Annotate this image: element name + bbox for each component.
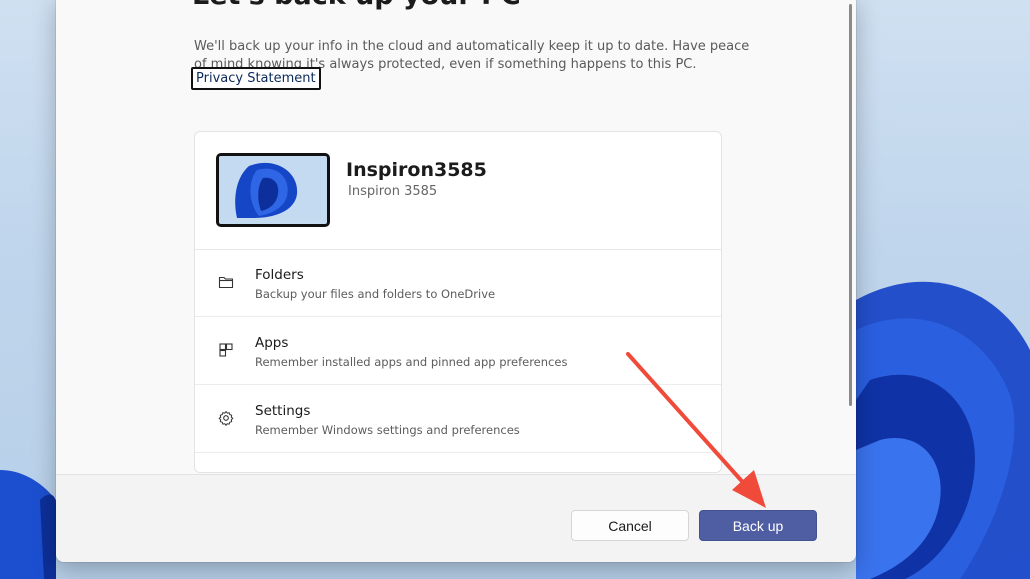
cancel-button[interactable]: Cancel [571,510,689,541]
device-name: Inspiron3585 [346,159,487,181]
backup-dialog: Let's back up your PC We'll back up your… [56,0,856,562]
page-title: Let's back up your PC [192,0,521,11]
option-title: Settings [255,403,311,419]
option-folders[interactable]: Folders Backup your files and folders to… [195,249,721,317]
option-subtitle: Backup your files and folders to OneDriv… [255,287,496,301]
option-subtitle: Remember installed apps and pinned app p… [255,355,568,369]
folder-icon [217,273,235,291]
option-title: Apps [255,335,289,351]
device-model: Inspiron 3585 [348,184,438,199]
back-up-button[interactable]: Back up [699,510,817,541]
gear-icon [217,409,235,427]
vertical-scrollbar[interactable] [849,4,852,406]
apps-icon [217,341,235,359]
option-subtitle: Remember Windows settings and preference… [255,423,520,437]
option-apps[interactable]: Apps Remember installed apps and pinned … [195,317,721,385]
backup-card: Inspiron3585 Inspiron 3585 Folders Backu… [194,131,722,473]
dialog-footer: Cancel Back up [56,474,856,562]
device-thumbnail [216,153,330,227]
dialog-content[interactable]: Let's back up your PC We'll back up your… [56,0,856,474]
privacy-statement-link[interactable]: Privacy Statement [191,67,321,90]
option-title: Folders [255,267,304,283]
device-row: Inspiron3585 Inspiron 3585 [195,132,721,250]
option-settings[interactable]: Settings Remember Windows settings and p… [195,385,721,453]
